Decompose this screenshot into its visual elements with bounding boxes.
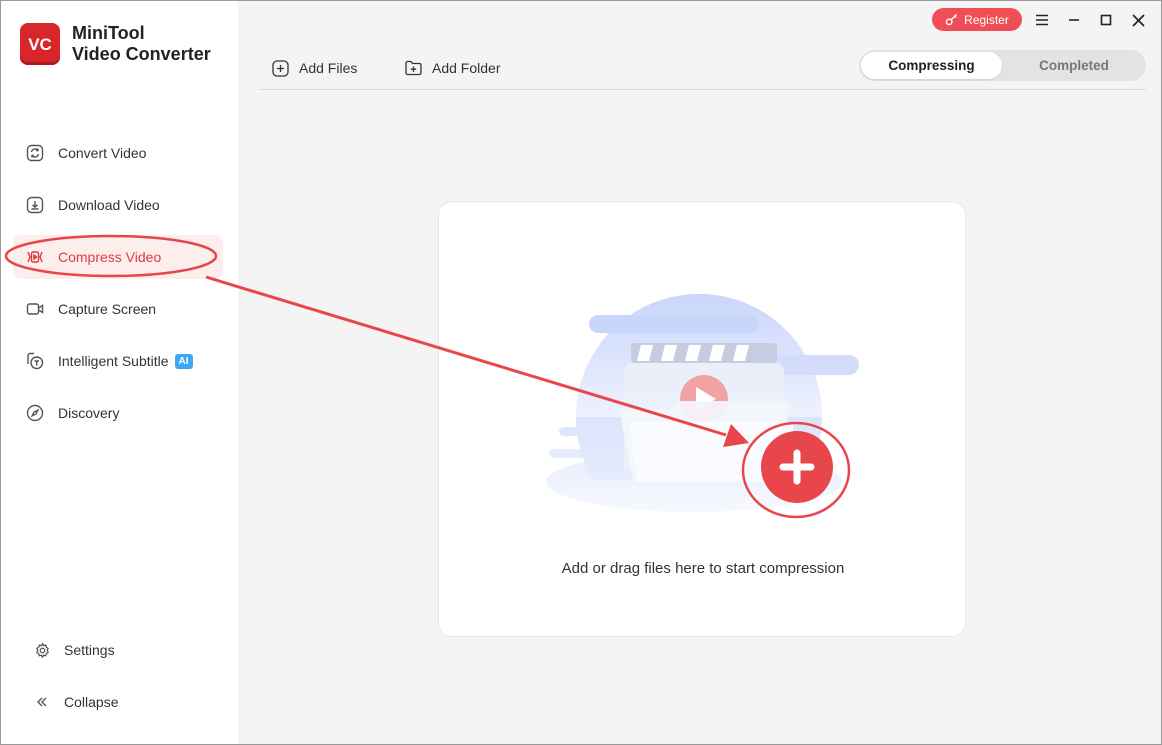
register-label: Register (964, 12, 1009, 27)
close-button[interactable] (1128, 10, 1148, 30)
drop-hint-text: Add or drag files here to start compress… (561, 560, 845, 577)
add-file-icon (271, 59, 289, 77)
collapse-label: Collapse (64, 694, 119, 710)
sidebar-bottom: Settings Collapse (21, 627, 118, 731)
collapse-button[interactable]: Collapse (21, 679, 118, 725)
add-folder-icon (404, 59, 422, 77)
app-title: MiniTool Video Converter (72, 23, 211, 65)
sidebar-item-intelligent-subtitle[interactable]: Intelligent Subtitle AI (13, 339, 223, 383)
app-title-line1: MiniTool (72, 23, 145, 43)
ai-badge: AI (174, 353, 193, 369)
svg-text:VC: VC (28, 35, 52, 54)
empty-state-illustration (546, 294, 859, 537)
sidebar-item-convert-video[interactable]: Convert Video (13, 131, 223, 175)
add-files-button[interactable]: Add Files (271, 57, 357, 79)
convert-icon (25, 143, 45, 163)
tab-compressing[interactable]: Compressing (861, 52, 1002, 79)
add-folder-button[interactable]: Add Folder (404, 57, 500, 79)
sidebar-item-label: Convert Video (58, 145, 147, 161)
app-window: VC MiniTool Video Converter Convert Vide… (0, 0, 1162, 745)
menu-button[interactable] (1032, 10, 1052, 30)
sidebar-item-label: Download Video (58, 197, 160, 213)
download-icon (25, 195, 45, 215)
tab-completed[interactable]: Completed (1004, 52, 1144, 79)
close-icon (1131, 13, 1145, 27)
double-chevron-left-icon (33, 693, 51, 711)
sidebar-item-label: Capture Screen (58, 301, 157, 317)
sidebar-item-label: Discovery (58, 405, 120, 421)
maximize-button[interactable] (1096, 10, 1116, 30)
file-drop-zone[interactable]: Add or drag files here to start compress… (438, 201, 966, 637)
sidebar-item-label: Compress Video (58, 249, 162, 265)
brand: VC MiniTool Video Converter (20, 23, 211, 65)
sidebar-item-discovery[interactable]: Discovery (13, 391, 223, 435)
compass-icon (25, 403, 45, 423)
key-icon (945, 13, 958, 26)
hamburger-icon (1036, 14, 1048, 26)
sidebar-item-download-video[interactable]: Download Video (13, 183, 223, 227)
sidebar-item-compress-video[interactable]: Compress Video (13, 235, 223, 279)
sidebar-item-capture-screen[interactable]: Capture Screen (13, 287, 223, 331)
minimize-button[interactable] (1064, 10, 1084, 30)
compress-icon (25, 247, 45, 267)
sidebar-nav: Convert Video Download Video Compress Vi… (13, 131, 223, 443)
app-title-line2: Video Converter (72, 44, 211, 64)
subtitle-icon (25, 351, 45, 371)
status-tabs: Compressing Completed (859, 50, 1146, 81)
add-folder-label: Add Folder (432, 60, 501, 76)
minimize-icon (1069, 19, 1079, 21)
register-button[interactable]: Register (932, 8, 1022, 31)
gear-icon (33, 641, 51, 659)
settings-label: Settings (64, 642, 115, 658)
sidebar-item-label: Intelligent Subtitle (58, 353, 169, 369)
maximize-icon (1100, 14, 1112, 26)
sidebar: VC MiniTool Video Converter Convert Vide… (1, 1, 238, 744)
add-files-label: Add Files (299, 60, 358, 76)
toolbar-divider (258, 89, 1146, 90)
settings-button[interactable]: Settings (21, 627, 118, 673)
camera-icon (25, 299, 45, 319)
app-logo-icon: VC (20, 23, 60, 65)
